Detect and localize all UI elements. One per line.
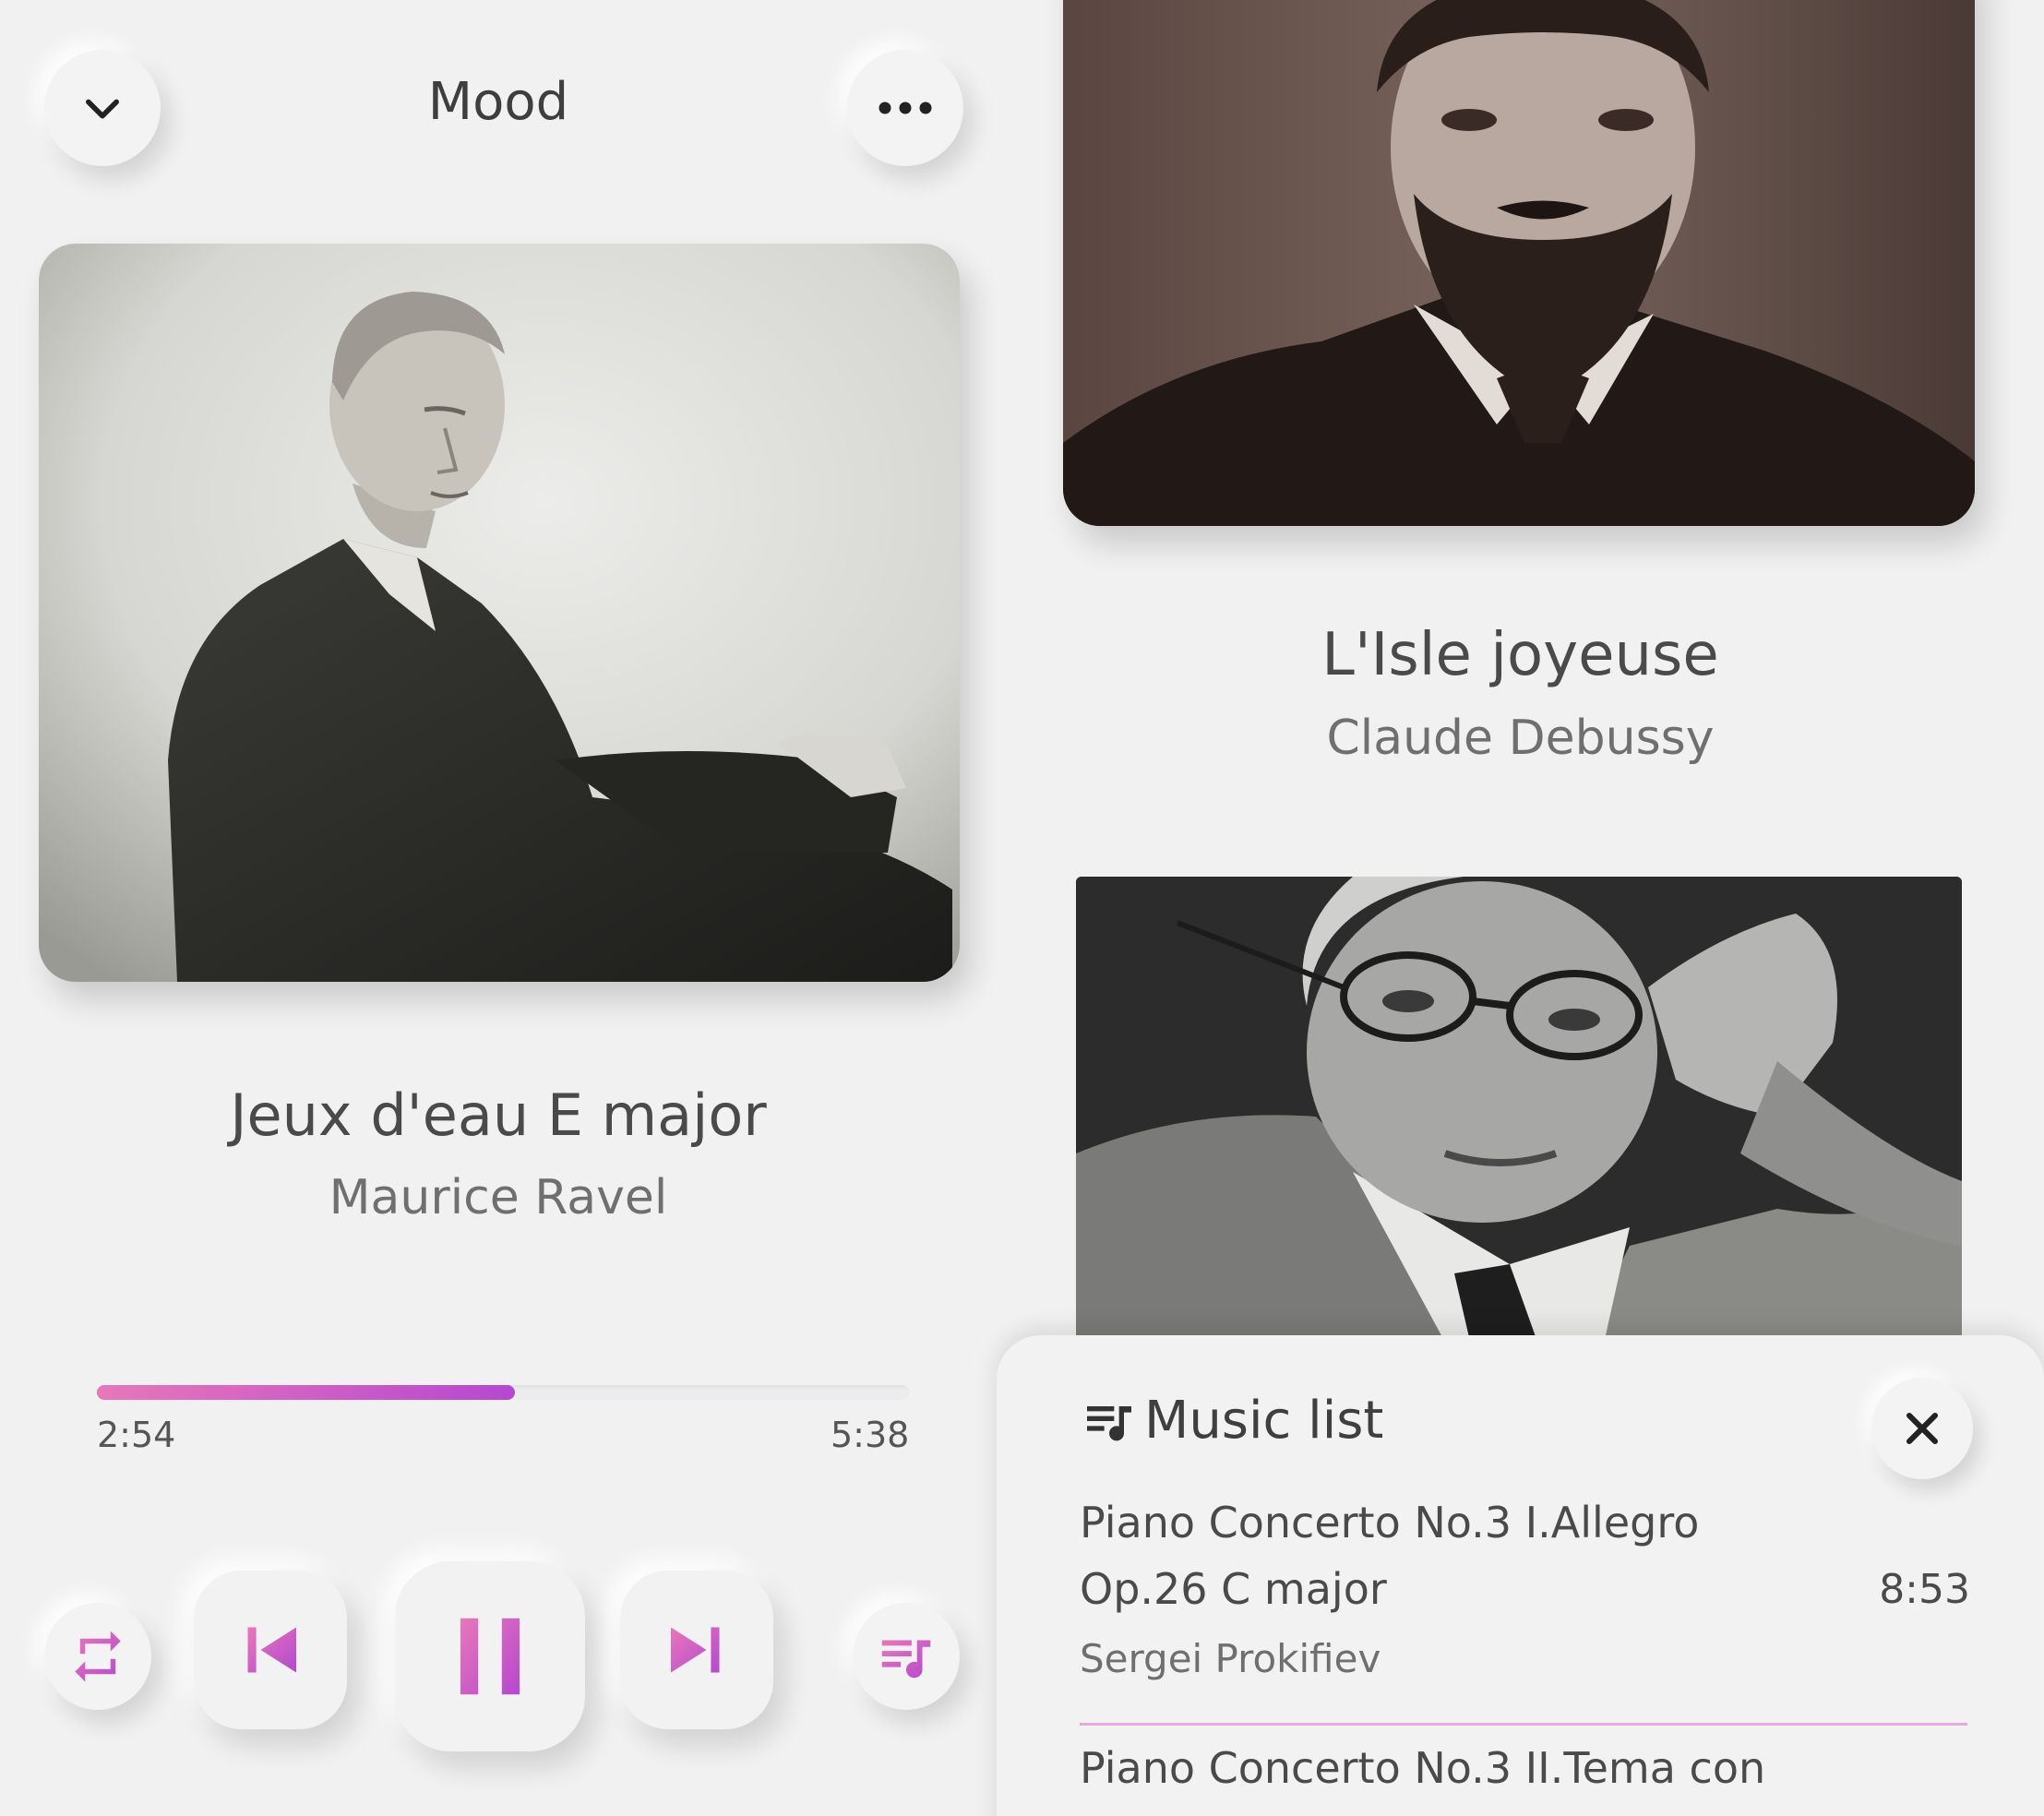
skip-previous-icon	[247, 1627, 296, 1673]
next-track-title: L'Isle joyeuse	[1321, 621, 1719, 689]
album-art	[39, 244, 960, 982]
skip-next-icon	[671, 1627, 720, 1673]
close-icon	[1906, 1412, 1939, 1445]
now-playing-screen: Mood Jeux d'eau E major Maurice Ravel 2:…	[0, 0, 997, 1816]
list-item-duration: 8:53	[1879, 1566, 1970, 1613]
playlist-music-icon	[881, 1640, 931, 1679]
track-title: Jeux d'eau E major	[230, 1081, 767, 1149]
list-item-artist: Sergei Prokifiev	[1080, 1636, 1381, 1681]
seek-bar[interactable]	[97, 1385, 909, 1400]
previous-button[interactable]	[194, 1571, 347, 1729]
queued-track-art[interactable]	[1076, 877, 1962, 1393]
pause-button[interactable]	[395, 1561, 585, 1751]
more-horizontal-icon	[879, 102, 932, 114]
more-options-button[interactable]	[847, 50, 963, 166]
music-list-title: Music list	[1144, 1391, 1384, 1451]
list-item-title-line2: Op.26 C major	[1080, 1564, 1387, 1614]
elapsed-time: 2:54	[97, 1415, 176, 1455]
seek-bar-progress	[97, 1385, 516, 1400]
pause-icon	[460, 1618, 520, 1695]
track-artist: Maurice Ravel	[329, 1170, 668, 1225]
list-item-title-line1: Piano Concerto No.3 I.Allegro	[1080, 1498, 1700, 1547]
playlist-music-icon	[1087, 1405, 1131, 1440]
playlist-button[interactable]	[853, 1603, 960, 1710]
list-item-title-line1: Piano Concerto No.3 II.Tema con	[1080, 1743, 1766, 1793]
music-list-sheet: Music list Piano Concerto No.3 I.Allegro…	[997, 1335, 2044, 1816]
repeat-button[interactable]	[44, 1603, 151, 1710]
close-music-list-button[interactable]	[1871, 1378, 1973, 1479]
music-list-header: Music list	[1080, 1391, 1383, 1451]
music-player-screens: Mood Jeux d'eau E major Maurice Ravel 2:…	[0, 0, 2044, 1816]
next-track-art[interactable]	[1063, 0, 1975, 526]
repeat-icon	[75, 1631, 121, 1682]
total-duration: 5:38	[831, 1415, 910, 1455]
list-divider	[1080, 1723, 1967, 1726]
next-button[interactable]	[620, 1571, 773, 1729]
next-track-artist: Claude Debussy	[1326, 711, 1715, 766]
